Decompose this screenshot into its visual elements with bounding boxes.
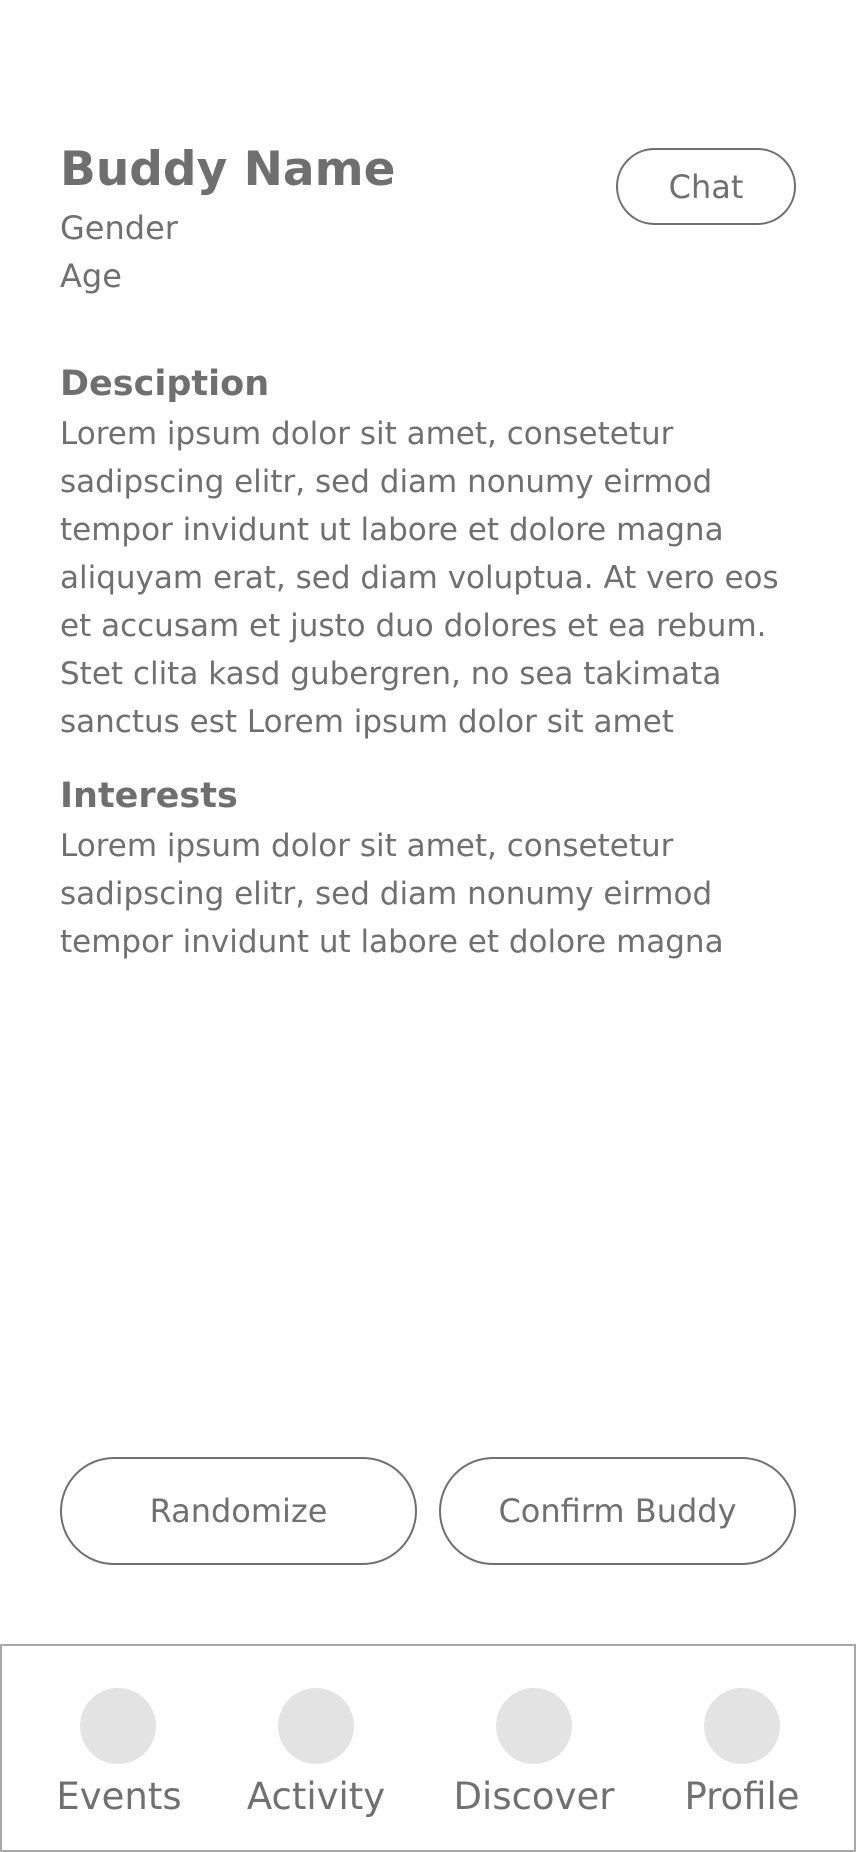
activity-icon xyxy=(278,1688,354,1764)
events-icon xyxy=(80,1688,156,1764)
interests-heading: Interests xyxy=(60,776,238,816)
description-text: Lorem ipsum dolor sit amet, consetetur s… xyxy=(60,410,800,746)
description-line: sanctus est Lorem ipsum dolor sit amet xyxy=(60,704,674,740)
description-line: aliquyam erat, sed diam voluptua. At ver… xyxy=(60,560,779,596)
confirm-buddy-button[interactable]: Confirm Buddy xyxy=(439,1457,796,1565)
nav-label-discover: Discover xyxy=(453,1775,615,1818)
discover-icon xyxy=(496,1688,572,1764)
buddy-profile-screen: Buddy Name Gender Age Chat Desciption Lo… xyxy=(0,0,856,1852)
description-line: sadipscing elitr, sed diam nonumy eirmod xyxy=(60,464,713,500)
description-line: Lorem ipsum dolor sit amet, consetetur xyxy=(60,416,674,452)
nav-item-events[interactable]: Events xyxy=(42,1646,196,1850)
nav-item-activity[interactable]: Activity xyxy=(238,1646,394,1850)
bottom-navigation: Events Activity Discover Profile xyxy=(0,1644,856,1852)
nav-label-profile: Profile xyxy=(684,1775,800,1818)
chat-button[interactable]: Chat xyxy=(616,148,796,225)
interests-line: tempor invidunt ut labore et dolore magn… xyxy=(60,924,724,960)
nav-item-discover[interactable]: Discover xyxy=(442,1646,626,1850)
interests-line: Lorem ipsum dolor sit amet, consetetur xyxy=(60,828,674,864)
buddy-gender: Gender xyxy=(60,209,178,247)
nav-label-activity: Activity xyxy=(246,1775,386,1818)
description-line: tempor invidunt ut labore et dolore magn… xyxy=(60,512,724,548)
buddy-name: Buddy Name xyxy=(60,142,396,197)
interests-line: sadipscing elitr, sed diam nonumy eirmod xyxy=(60,876,713,912)
description-line: et accusam et justo duo dolores et ea re… xyxy=(60,608,767,644)
randomize-button[interactable]: Randomize xyxy=(60,1457,417,1565)
description-line: Stet clita kasd gubergren, no sea takima… xyxy=(60,656,722,692)
nav-item-profile[interactable]: Profile xyxy=(668,1646,816,1850)
nav-label-events: Events xyxy=(56,1775,182,1818)
buddy-age: Age xyxy=(60,257,122,295)
description-heading: Desciption xyxy=(60,364,270,404)
interests-text: Lorem ipsum dolor sit amet, consetetur s… xyxy=(60,822,800,966)
profile-icon xyxy=(704,1688,780,1764)
